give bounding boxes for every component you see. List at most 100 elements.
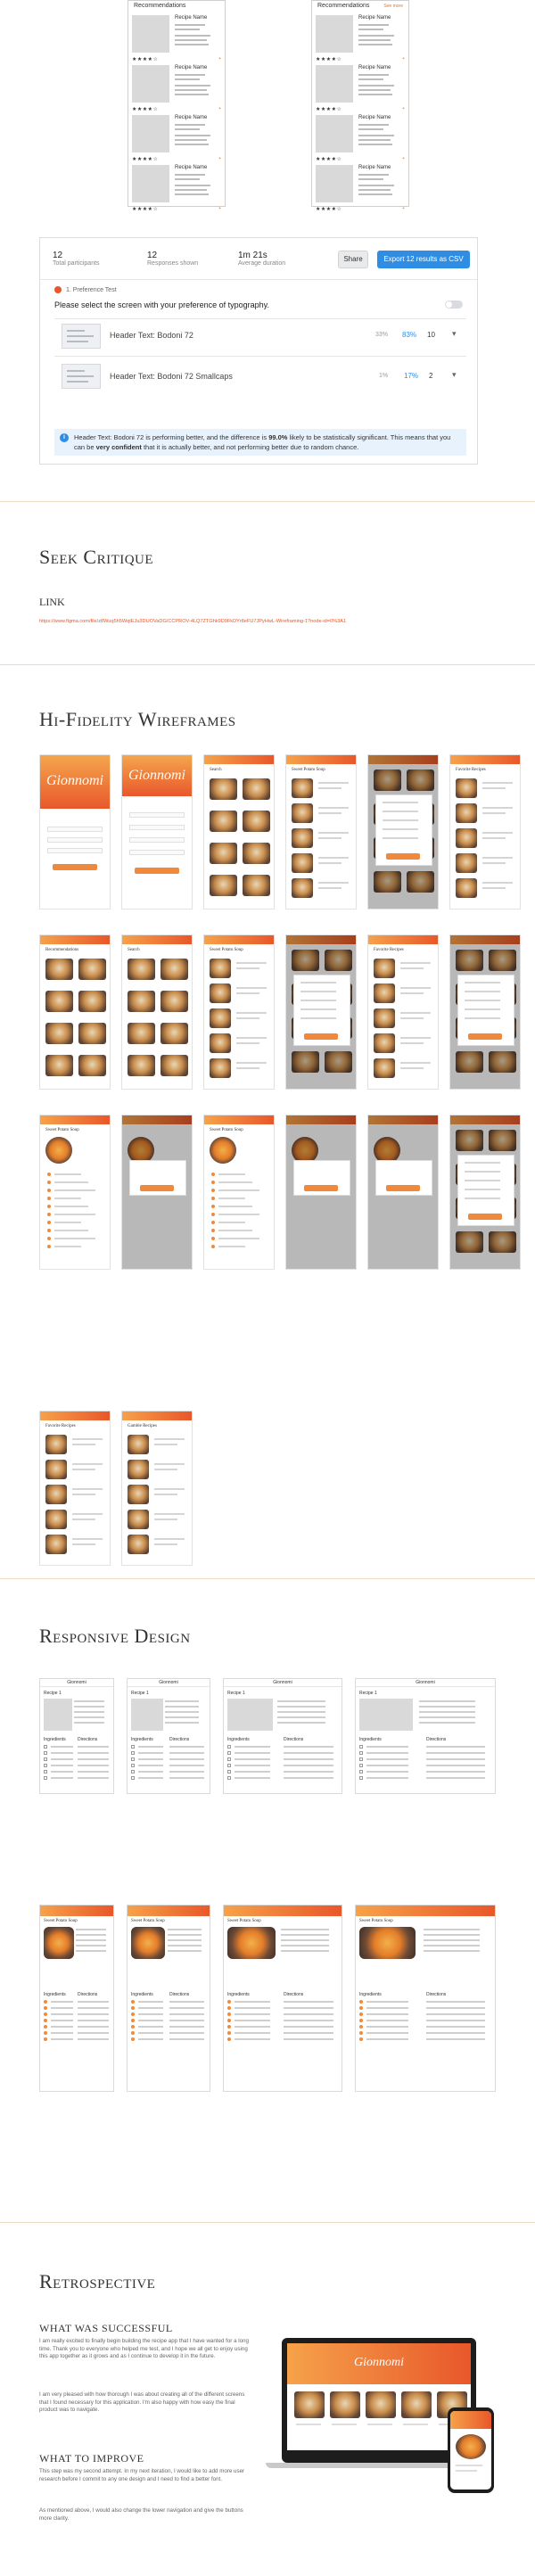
ingredient-bullet[interactable] [131,2030,135,2035]
recipe-thumb[interactable] [45,1435,67,1454]
input-field[interactable] [47,848,103,853]
ingredient-checkbox[interactable] [44,1764,47,1767]
recipe-thumb[interactable] [456,778,477,798]
input-field[interactable] [47,827,103,832]
recipe-thumb[interactable] [456,878,477,898]
ingredient-bullet[interactable] [131,2012,135,2016]
ingredient-checkbox[interactable] [227,1764,231,1767]
recipe-tile[interactable] [160,959,188,980]
recipe-tile[interactable] [210,811,237,832]
recipe-tile[interactable] [243,778,270,800]
input-field[interactable] [47,837,103,843]
ingredient-bullet[interactable] [359,2030,363,2035]
ingredient-bullet[interactable] [44,2030,47,2035]
input-field[interactable] [129,850,185,855]
ingredient-bullet[interactable] [227,2024,231,2029]
see-more-link[interactable]: See more [383,4,403,9]
ingredient-bullet[interactable] [227,2018,231,2022]
ingredient-checkbox[interactable] [359,1776,363,1780]
input-field[interactable] [129,812,185,818]
recipe-tile[interactable] [243,875,270,896]
ingredient-bullet[interactable] [44,2024,47,2029]
recipe-tile[interactable] [160,1055,188,1076]
recipe-thumb[interactable] [292,853,313,873]
recipe-card[interactable]: Recipe Name ★★★★☆ + [312,111,408,165]
recipe-thumb[interactable] [210,983,231,1003]
ingredient-bullet[interactable] [359,1999,363,2004]
ingredient-checkbox[interactable] [131,1776,135,1780]
recipe-tile[interactable] [78,1023,106,1044]
recipe-tile[interactable] [330,2391,360,2418]
ingredient-bullet[interactable] [359,2012,363,2016]
option-row[interactable]: Header Text: Bodoni 72 33% 83% 10 ▾ [54,318,466,350]
ingredient-bullet[interactable] [44,2012,47,2016]
input-field[interactable] [129,825,185,830]
recipe-thumb[interactable] [128,1435,149,1454]
recipe-thumb[interactable] [292,878,313,898]
recipe-tile[interactable] [45,1023,73,1044]
recipe-thumb[interactable] [292,778,313,798]
recipe-thumb[interactable] [210,1008,231,1028]
ingredient-bullet[interactable] [359,2024,363,2029]
recipe-thumb[interactable] [374,1033,395,1053]
ingredient-checkbox[interactable] [44,1745,47,1749]
ingredient-bullet[interactable] [227,1999,231,2004]
ingredient-checkbox[interactable] [131,1757,135,1761]
ingredient-checkbox[interactable] [359,1757,363,1761]
recipe-thumb[interactable] [210,959,231,978]
ingredient-checkbox[interactable] [227,1770,231,1774]
recipe-tile[interactable] [45,959,73,980]
recipe-card[interactable]: Recipe Name ★★★★☆ + [128,111,225,165]
ingredient-bullet[interactable] [227,2012,231,2016]
ingredient-checkbox[interactable] [359,1764,363,1767]
recipe-tile[interactable] [210,843,237,864]
ingredient-checkbox[interactable] [44,1770,47,1774]
recipe-tile[interactable] [128,1023,155,1044]
ingredient-bullet[interactable] [359,2005,363,2010]
apply-button[interactable] [386,853,420,860]
chevron-down-icon[interactable]: ▾ [452,370,457,380]
confirm-button[interactable] [386,1185,420,1191]
apply-button[interactable] [468,1214,502,1220]
recipe-thumb[interactable] [210,1058,231,1078]
recipe-tile[interactable] [366,2391,396,2418]
ingredient-checkbox[interactable] [131,1764,135,1767]
recipe-tile[interactable] [78,991,106,1012]
add-icon[interactable]: + [218,206,221,211]
recipe-tile[interactable] [294,2391,325,2418]
ingredient-checkbox[interactable] [359,1751,363,1755]
ingredient-checkbox[interactable] [227,1745,231,1749]
recipe-thumb[interactable] [45,1485,67,1504]
recipe-thumb[interactable] [374,1058,395,1078]
ingredient-bullet[interactable] [227,2005,231,2010]
submit-button[interactable] [135,868,179,874]
ingredient-bullet[interactable] [227,2037,231,2041]
recipe-tile[interactable] [128,991,155,1012]
recipe-card[interactable]: Recipe Name ★★★★☆ + [312,161,408,215]
export-csv-button[interactable]: Export 12 results as CSV [377,251,470,268]
ingredient-checkbox[interactable] [227,1757,231,1761]
ingredient-bullet[interactable] [131,2005,135,2010]
input-field[interactable] [129,837,185,843]
ingredient-checkbox[interactable] [44,1751,47,1755]
ingredient-bullet[interactable] [359,2037,363,2041]
recipe-thumb[interactable] [456,853,477,873]
recipe-card[interactable]: Recipe Name ★★★★☆ + [312,62,408,115]
ingredient-checkbox[interactable] [131,1770,135,1774]
ingredient-bullet[interactable] [131,1999,135,2004]
share-button[interactable]: Share [338,251,368,268]
recipe-tile[interactable] [210,778,237,800]
ingredient-bullet[interactable] [44,1999,47,2004]
confirm-button[interactable] [304,1185,338,1191]
ingredient-checkbox[interactable] [44,1757,47,1761]
recipe-tile[interactable] [128,959,155,980]
recipe-thumb[interactable] [128,1460,149,1479]
recipe-card[interactable]: Recipe Name ★★★★☆ + [128,62,225,115]
recipe-tile[interactable] [243,843,270,864]
recipe-tile[interactable] [160,1023,188,1044]
recipe-card[interactable]: Recipe Name ★★★★☆ + [128,161,225,215]
chevron-down-icon[interactable]: ▾ [452,329,457,339]
ingredient-bullet[interactable] [44,2005,47,2010]
ingredient-bullet[interactable] [44,2018,47,2022]
recipe-card[interactable]: Recipe Name ★★★★☆ + [128,12,225,65]
